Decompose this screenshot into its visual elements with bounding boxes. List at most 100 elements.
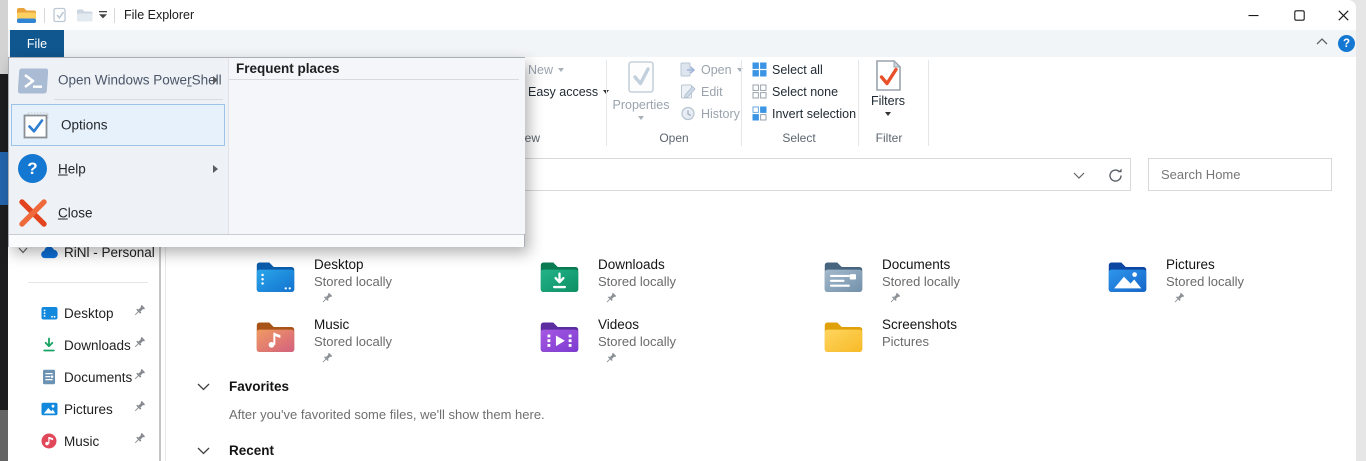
filters-icon xyxy=(875,59,902,92)
frequent-places-panel: Frequent places xyxy=(228,58,525,234)
favorites-section-header[interactable]: Favorites xyxy=(197,379,289,394)
history-icon xyxy=(680,106,696,121)
pin-icon xyxy=(1172,292,1244,310)
pin-icon xyxy=(320,292,392,310)
chevron-down-icon[interactable] xyxy=(197,447,210,455)
tile-screenshots[interactable]: Screenshots Pictures xyxy=(823,317,957,353)
menu-item-open-powershell[interactable]: Open Windows PowerShell xyxy=(9,61,228,99)
menu-bottom-strip xyxy=(9,234,524,247)
qat-customize-dropdown-icon[interactable] xyxy=(98,11,108,19)
tile-name: Screenshots xyxy=(882,317,957,332)
frequent-places-divider xyxy=(229,79,519,80)
favorites-title: Favorites xyxy=(229,379,289,394)
tile-subtitle: Stored locally xyxy=(314,334,392,349)
tile-name: Pictures xyxy=(1166,257,1244,272)
menu-item-label: Close xyxy=(58,206,93,221)
group-label-select: Select xyxy=(769,131,829,145)
help-icon: ? xyxy=(18,154,47,183)
ribbon-select-all-button[interactable]: Select all xyxy=(752,62,823,77)
ribbon-help-icon[interactable]: ? xyxy=(1338,35,1355,52)
maximize-button[interactable] xyxy=(1276,0,1322,30)
collapse-ribbon-icon[interactable] xyxy=(1316,38,1328,45)
titlebar-divider xyxy=(114,8,115,23)
documents-folder-icon xyxy=(823,257,864,293)
close-icon xyxy=(1338,10,1349,21)
invert-selection-label: Invert selection xyxy=(772,107,856,121)
menu-item-close[interactable]: Close xyxy=(9,194,228,232)
title-bar: File Explorer xyxy=(8,0,1356,30)
refresh-icon[interactable] xyxy=(1107,167,1124,184)
maximize-icon xyxy=(1294,10,1305,21)
ribbon-new-button[interactable]: New xyxy=(528,63,564,77)
close-x-icon xyxy=(17,197,49,229)
sidebar-item-pictures[interactable]: Pictures xyxy=(8,395,158,423)
tile-desktop[interactable]: Desktop Stored locally xyxy=(255,257,392,310)
expand-chevron-icon[interactable] xyxy=(18,247,28,254)
favorites-empty-text: After you've favorited some files, we'll… xyxy=(229,407,545,422)
group-label-filter: Filter xyxy=(864,131,914,145)
qat-properties-icon[interactable] xyxy=(52,7,68,23)
tab-file[interactable]: File xyxy=(10,30,64,57)
ribbon-invert-selection-button[interactable]: Invert selection xyxy=(752,106,856,121)
sidebar-item-label: Music xyxy=(64,434,99,449)
edit-button-label: Edit xyxy=(701,85,723,99)
titlebar-divider xyxy=(44,8,45,23)
select-none-label: Select none xyxy=(772,85,838,99)
file-menu-popup: Open Windows PowerShell Options ? Help C… xyxy=(8,57,525,247)
minimize-button[interactable] xyxy=(1230,0,1276,30)
menu-item-help[interactable]: ? Help xyxy=(9,151,228,187)
screenshots-folder-icon xyxy=(823,317,864,353)
menu-separator xyxy=(54,99,223,100)
tile-videos[interactable]: Videos Stored locally xyxy=(539,317,676,370)
new-button-label: New xyxy=(528,63,553,77)
tile-music[interactable]: Music Stored locally xyxy=(255,317,392,370)
invert-selection-icon xyxy=(752,106,767,121)
sidebar-separator xyxy=(28,282,148,283)
ribbon-open-button[interactable]: Open xyxy=(680,62,743,77)
menu-item-options[interactable]: Options xyxy=(11,104,225,146)
music-folder-icon xyxy=(255,317,296,353)
group-label-open: Open xyxy=(644,131,704,145)
chevron-down-icon xyxy=(638,116,644,120)
sidebar-item-downloads[interactable]: Downloads xyxy=(8,331,158,359)
tile-name: Downloads xyxy=(598,257,676,272)
tile-subtitle: Stored locally xyxy=(882,274,960,289)
desktop-icon xyxy=(40,304,58,322)
sidebar-item-documents[interactable]: Documents xyxy=(8,363,158,391)
ribbon-properties-button[interactable]: Properties xyxy=(608,60,674,120)
tile-subtitle: Stored locally xyxy=(1166,274,1244,289)
sidebar-item-desktop[interactable]: Desktop xyxy=(8,299,158,327)
music-icon xyxy=(40,432,58,450)
recent-section-header[interactable]: Recent xyxy=(197,443,274,458)
tile-pictures[interactable]: Pictures Stored locally xyxy=(1107,257,1244,310)
sidebar-scrollbar[interactable] xyxy=(159,244,161,461)
tile-name: Desktop xyxy=(314,257,392,272)
select-all-icon xyxy=(752,62,767,77)
search-box[interactable] xyxy=(1148,158,1332,191)
close-button[interactable] xyxy=(1320,0,1366,30)
chevron-down-icon[interactable] xyxy=(197,383,210,391)
desktop-edge xyxy=(0,0,8,74)
ribbon-edit-button[interactable]: Edit xyxy=(680,84,723,99)
chevron-down-icon xyxy=(885,112,891,116)
pin-icon xyxy=(132,304,146,323)
tile-downloads[interactable]: Downloads Stored locally xyxy=(539,257,676,310)
ribbon-history-button[interactable]: History xyxy=(680,106,740,121)
desktop-folder-icon xyxy=(255,257,296,293)
properties-icon xyxy=(624,60,658,96)
file-tab-label: File xyxy=(27,37,47,51)
ribbon-filters-button[interactable]: Filters xyxy=(862,59,914,116)
ribbon-easy-access-button[interactable]: Easy access xyxy=(528,85,609,99)
qat-new-folder-icon[interactable] xyxy=(76,8,93,22)
tile-documents[interactable]: Documents Stored locally xyxy=(823,257,960,310)
search-input[interactable] xyxy=(1149,167,1341,182)
ribbon-select-none-button[interactable]: Select none xyxy=(752,84,838,99)
file-explorer-window: File Explorer File ? New Easy access New… xyxy=(0,0,1366,461)
submenu-arrow-icon xyxy=(213,76,218,84)
pin-icon xyxy=(132,336,146,355)
recent-title: Recent xyxy=(229,443,274,458)
address-dropdown-chevron-icon[interactable] xyxy=(1073,172,1085,179)
sidebar-item-music[interactable]: Music xyxy=(8,427,158,455)
sidebar-item-label: Downloads xyxy=(64,338,131,353)
edit-icon xyxy=(680,84,696,99)
